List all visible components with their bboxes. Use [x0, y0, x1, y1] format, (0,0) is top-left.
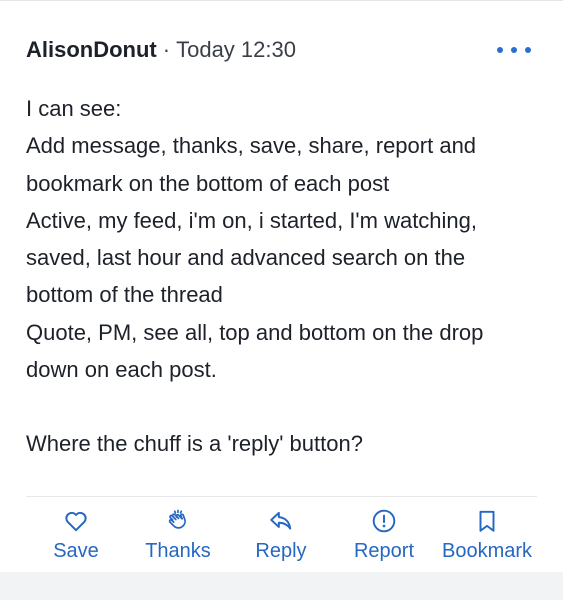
body-line: bottom of the thread: [26, 282, 223, 308]
body-line: down on each post.: [26, 357, 217, 383]
author-name[interactable]: AlisonDonut: [26, 37, 157, 63]
post-header: AlisonDonut · Today 12:30: [26, 33, 537, 67]
page-background-strip: [0, 572, 563, 600]
save-label: Save: [53, 540, 99, 562]
save-button[interactable]: Save: [46, 508, 106, 568]
alert-circle-icon: [371, 508, 397, 534]
body-line: I can see:: [26, 96, 122, 121]
reply-arrow-icon: [268, 508, 294, 534]
body-line: saved, last hour and advanced search on …: [26, 245, 466, 271]
body-line: Quote, PM, see all, top and bottom on th…: [26, 319, 484, 345]
clap-icon: [165, 508, 191, 534]
body-line: Add message, thanks, save, share, report…: [26, 133, 477, 159]
thanks-button[interactable]: Thanks: [138, 508, 218, 568]
reply-label: Reply: [255, 540, 307, 562]
more-horizontal-icon: [497, 47, 503, 53]
more-horizontal-icon-dot: [511, 47, 517, 53]
actions-divider: [26, 496, 537, 497]
bookmark-label: Bookmark: [441, 540, 533, 562]
body-line: Where the chuff is a 'reply' button?: [26, 431, 363, 457]
reply-button[interactable]: Reply: [251, 508, 311, 568]
post-body: I can see: Add message, thanks, save, sh…: [26, 90, 543, 463]
bookmark-button[interactable]: Bookmark: [434, 508, 540, 568]
header-separator: ·: [162, 37, 171, 62]
post-card: AlisonDonut · Today 12:30 I can see: Add…: [0, 0, 563, 572]
body-line: bookmark on the bottom of each post: [26, 170, 390, 196]
bookmark-icon: [474, 508, 500, 534]
heart-icon: [63, 508, 89, 534]
more-horizontal-icon-dot: [525, 47, 531, 53]
report-label: Report: [353, 540, 415, 562]
body-blank-line: [26, 388, 543, 425]
more-options-button[interactable]: [497, 39, 531, 61]
post-timestamp[interactable]: Today 12:30: [176, 37, 296, 63]
report-button[interactable]: Report: [344, 508, 424, 568]
post-actions-bar: Save Thanks Reply Report Bookmark: [0, 508, 563, 568]
thanks-label: Thanks: [145, 540, 211, 562]
body-line: Active, my feed, i'm on, i started, I'm …: [26, 207, 478, 233]
